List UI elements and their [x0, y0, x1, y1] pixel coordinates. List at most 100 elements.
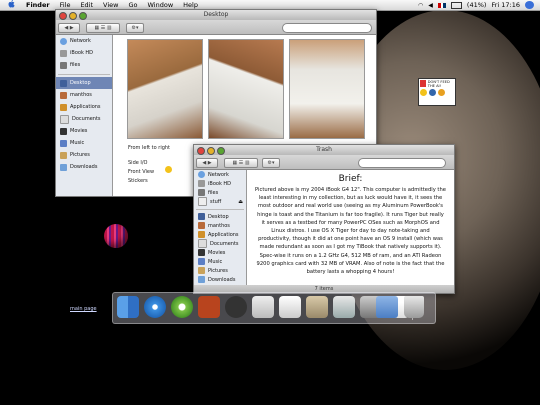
caption-line: From left to right [128, 145, 171, 151]
wifi-icon[interactable]: ◠ [418, 2, 423, 9]
window-title: Desktop [203, 11, 229, 18]
sidebar-item-pictures[interactable]: Pictures [194, 266, 246, 275]
titlebar[interactable]: Trash [194, 145, 454, 155]
view-buttons[interactable]: ▦ ☰ ▥ [224, 158, 258, 168]
brief-body: Pictured above is my 2004 iBook G4 12". … [255, 187, 446, 276]
finder-window-trash: Trash ◀ ▶ ▦ ☰ ▥ ⚙▾ Network iBook HD file… [193, 144, 455, 294]
spotlight-icon[interactable] [525, 1, 534, 9]
sidebar-item-manthos[interactable]: manthos [56, 89, 112, 101]
disk-icon [198, 189, 205, 196]
sidebar-item-desktop[interactable]: Desktop [194, 212, 246, 221]
sidebar-item-music[interactable]: Music [194, 257, 246, 266]
eject-icon[interactable]: ⏏ [238, 199, 243, 205]
sidebar-label: Downloads [70, 164, 98, 170]
dock-trash-icon[interactable] [404, 296, 424, 318]
search-input[interactable] [282, 23, 372, 33]
sidebar-item-movies[interactable]: Movies [194, 248, 246, 257]
sidebar-label: iBook HD [208, 180, 232, 187]
sidebar-label: Pictures [70, 152, 90, 158]
sidebar-label: Movies [70, 128, 88, 134]
apple-icon[interactable] [0, 0, 21, 10]
main-page-shortcut-label[interactable]: main page [70, 306, 97, 312]
close-button[interactable] [59, 12, 67, 20]
dock-cloud-icon[interactable] [225, 296, 247, 318]
sidebar-item-ibook-hd[interactable]: iBook HD [194, 179, 246, 188]
sidebar-item-documents[interactable]: Documents [194, 239, 246, 248]
sidebar-label: stuff [210, 198, 222, 205]
action-menu-button[interactable]: ⚙▾ [262, 158, 280, 168]
hard-drive-icon [198, 180, 205, 187]
sidebar-item-downloads[interactable]: Downloads [56, 161, 112, 173]
sidebar-label: Applications [208, 231, 239, 238]
app-menu-finder[interactable]: Finder [21, 1, 55, 9]
menu-window[interactable]: Window [143, 1, 179, 9]
sidebar-item-applications[interactable]: Applications [56, 101, 112, 113]
sidebar-item-movies[interactable]: Movies [56, 125, 112, 137]
photo-ibook-side[interactable] [127, 39, 203, 139]
sidebar-item-downloads[interactable]: Downloads [194, 275, 246, 284]
sidebar-label: Desktop [70, 80, 91, 86]
dock-finder-icon[interactable] [117, 296, 139, 318]
minimize-button[interactable] [207, 147, 215, 155]
home-icon [60, 91, 67, 99]
hard-drive-icon [60, 49, 67, 57]
sidebar-label: files [70, 62, 81, 68]
sidebar-item-manthos[interactable]: manthos [194, 221, 246, 230]
sidebar-item-music[interactable]: Music [56, 137, 112, 149]
sidebar-item-ibook-hd[interactable]: iBook HD [56, 47, 112, 59]
dock-textedit-icon[interactable] [279, 296, 301, 318]
photo-ibook-stickers[interactable] [289, 39, 365, 139]
applications-icon [60, 103, 67, 111]
sidebar-label: Music [208, 258, 223, 265]
dont-feed-ai-widget[interactable]: DON'T FEED THE AI! [418, 78, 456, 106]
zoom-button[interactable] [79, 12, 87, 20]
zoom-button[interactable] [217, 147, 225, 155]
sidebar-item-desktop[interactable]: Desktop [56, 77, 112, 89]
caption-line: Side I/O [128, 160, 148, 166]
warning-icon [420, 80, 426, 87]
dock-photo-booth-icon[interactable] [198, 296, 220, 318]
input-flag-icon[interactable] [437, 2, 446, 8]
sidebar-item-pictures[interactable]: Pictures [56, 149, 112, 161]
smiley-icon [420, 89, 427, 96]
titlebar[interactable]: Desktop [56, 10, 376, 20]
window-title: Trash [316, 146, 332, 153]
sidebar-label: Applications [70, 104, 101, 110]
photo-ibook-front[interactable] [208, 39, 284, 139]
sidebar-item-files[interactable]: files [56, 59, 112, 71]
sidebar-item-network[interactable]: Network [56, 35, 112, 47]
clock[interactable]: Fri 17:16 [491, 1, 520, 9]
dock-iphoto-icon[interactable] [333, 296, 355, 318]
network-icon [198, 171, 205, 178]
dock-contacts-icon[interactable] [306, 296, 328, 318]
sidebar-item-documents[interactable]: Documents [56, 113, 112, 125]
back-forward-button[interactable]: ◀ ▶ [196, 158, 218, 168]
close-button[interactable] [197, 147, 205, 155]
minimize-button[interactable] [69, 12, 77, 20]
sidebar-item-applications[interactable]: Applications [194, 230, 246, 239]
network-icon [60, 37, 67, 45]
sidebar-item-files[interactable]: files [194, 188, 246, 197]
view-buttons[interactable]: ▦ ☰ ▥ [86, 23, 120, 33]
beach-ball-desktop-icon[interactable] [104, 224, 128, 248]
dock-preview-icon[interactable] [252, 296, 274, 318]
action-menu-button[interactable]: ⚙▾ [126, 23, 144, 33]
sidebar-item-network[interactable]: Network [194, 170, 246, 179]
search-input[interactable] [358, 158, 446, 168]
dock-itunes-icon[interactable] [171, 296, 193, 318]
volume-icon[interactable]: ◀ [428, 2, 433, 9]
menu-view[interactable]: View [98, 1, 123, 9]
caption-line: Front View [128, 169, 155, 175]
movies-icon [60, 127, 67, 135]
sidebar-separator [196, 206, 244, 210]
menu-go[interactable]: Go [123, 1, 142, 9]
menu-file[interactable]: File [55, 1, 76, 9]
menu-help[interactable]: Help [178, 1, 203, 9]
sidebar-label: manthos [70, 92, 92, 98]
sidebar-item-stuff[interactable]: stuff ⏏ [194, 197, 246, 206]
dock-applications-folder-icon[interactable] [376, 296, 398, 318]
battery-icon[interactable] [450, 1, 462, 9]
dock-safari-icon[interactable] [144, 296, 166, 318]
back-forward-button[interactable]: ◀ ▶ [58, 23, 80, 33]
menu-edit[interactable]: Edit [75, 1, 98, 9]
